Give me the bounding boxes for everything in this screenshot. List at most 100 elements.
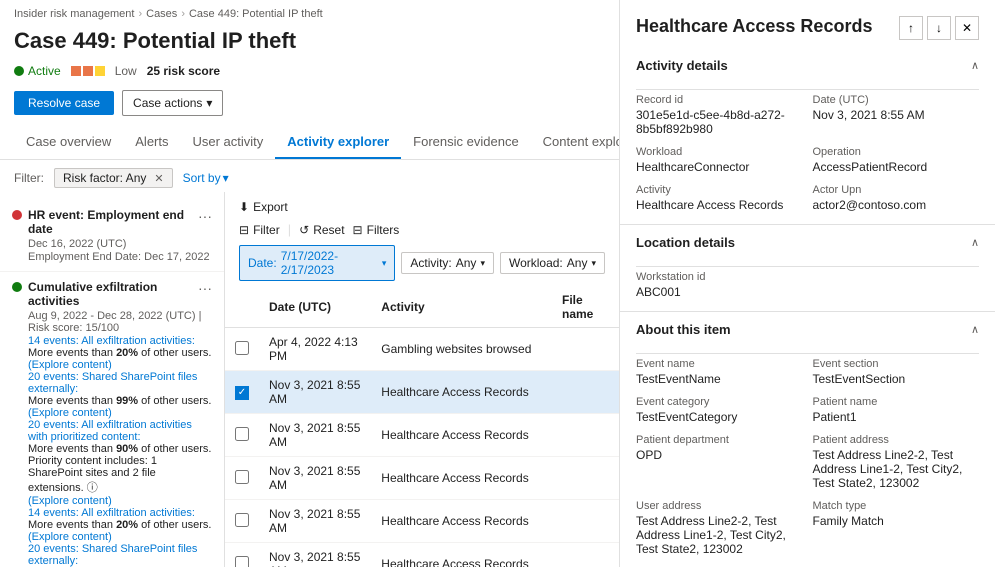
table-cell-activity: Healthcare Access Records — [371, 414, 552, 457]
tab-content-explorer[interactable]: Content explorer — [531, 126, 620, 159]
table-cell-date: Nov 3, 2021 8:55 AM — [259, 500, 371, 543]
tab-case-overview[interactable]: Case overview — [14, 126, 123, 159]
table-cell-activity: Gambling websites browsed — [371, 328, 552, 371]
detail-item-2-7: Match typeFamily Match — [813, 500, 980, 556]
detail-value-2-2: TestEventCategory — [636, 410, 803, 424]
date-pill[interactable]: Date: 7/17/2022-2/17/2023 ▾ — [239, 245, 395, 281]
filter-sep: | — [288, 222, 291, 237]
filter-button[interactable]: ⊟ Filter — [239, 223, 280, 237]
section-header-2[interactable]: About this item∧ — [620, 312, 995, 345]
timeline-title-0: HR event: Employment end date — [28, 208, 192, 236]
filters-button[interactable]: ⊟ Filters — [353, 223, 400, 237]
tab-alerts[interactable]: Alerts — [123, 126, 180, 159]
timeline-link-8[interactable]: 20 events: Shared SharePoint files exter… — [28, 543, 212, 567]
timeline-link-5[interactable]: (Explore content) — [28, 495, 212, 507]
detail-item-2-0: Event nameTestEventName — [636, 358, 803, 386]
breadcrumb: Insider risk management › Cases › Case 4… — [0, 0, 619, 24]
col-filename: File name — [552, 287, 619, 328]
filters-icon: ⊟ — [353, 223, 363, 237]
detail-label-0-2: Workload — [636, 146, 803, 158]
resolve-case-button[interactable]: Resolve case — [14, 91, 114, 115]
right-panel: Healthcare Access Records ↑ ↓ ✕ Activity… — [620, 0, 995, 567]
sort-by-button[interactable]: Sort by ▾ — [183, 171, 229, 185]
col-checkbox — [225, 287, 259, 328]
checkbox[interactable] — [235, 341, 249, 355]
timeline-link-2[interactable]: 20 events: Shared SharePoint files exter… — [28, 371, 212, 395]
table-row[interactable]: Nov 3, 2021 8:55 AMHealthcare Access Rec… — [225, 543, 619, 567]
filter-label: Filter: — [14, 171, 44, 185]
detail-item-0-0: Record id301e5e1d-c5ee-4b8d-a272-8b5bf89… — [636, 94, 803, 136]
detail-label-2-2: Event category — [636, 396, 803, 408]
risk-squares — [71, 66, 105, 76]
workload-pill[interactable]: Workload: Any ▾ — [500, 252, 605, 274]
timeline-link-1[interactable]: (Explore content) — [28, 359, 212, 371]
status-dot — [14, 66, 24, 76]
detail-item-1-0: Workstation idABC001 — [636, 271, 979, 299]
tab-user-activity[interactable]: User activity — [181, 126, 276, 159]
detail-value-1-0: ABC001 — [636, 285, 979, 299]
timeline-text-0: More events than 20% of other users. — [28, 347, 212, 359]
checkbox[interactable] — [235, 513, 249, 527]
case-actions-label: Case actions — [133, 96, 202, 110]
tab-bar: Case overview Alerts User activity Activ… — [0, 126, 619, 160]
nav-down-button[interactable]: ↓ — [927, 16, 951, 40]
checkbox[interactable] — [235, 556, 249, 567]
detail-label-0-0: Record id — [636, 94, 803, 106]
checkbox[interactable] — [235, 427, 249, 441]
timeline-desc-0: Employment End Date: Dec 17, 2022 — [28, 251, 212, 263]
timeline-link-7[interactable]: (Explore content) — [28, 531, 212, 543]
breadcrumb-item-1[interactable]: Insider risk management — [14, 8, 134, 20]
reset-label: Reset — [313, 223, 344, 237]
detail-item-2-4: Patient departmentOPD — [636, 434, 803, 490]
detail-grid-1: Workstation idABC001 — [636, 271, 979, 299]
reset-button[interactable]: ↺ Reset — [299, 223, 344, 237]
filter-remove-icon[interactable]: ✕ — [154, 172, 163, 185]
activity-table-wrap: Date (UTC) Activity File name Apr 4, 202… — [225, 287, 619, 567]
timeline-text-3: Priority content includes: 1 SharePoint … — [28, 455, 212, 495]
table-cell-activity: Healthcare Access Records — [371, 543, 552, 567]
detail-value-0-4: Healthcare Access Records — [636, 198, 803, 212]
table-cell-filename — [552, 371, 619, 414]
table-row[interactable]: Nov 3, 2021 8:55 AMHealthcare Access Rec… — [225, 414, 619, 457]
main-content: ⬇ Export ⊟ Filter | ↺ Reset ⊟ Filters — [225, 192, 619, 567]
case-actions-button[interactable]: Case actions ▾ — [122, 90, 223, 116]
table-cell-filename — [552, 328, 619, 371]
tab-forensic-evidence[interactable]: Forensic evidence — [401, 126, 531, 159]
table-cell-date: Nov 3, 2021 8:55 AM — [259, 414, 371, 457]
export-button[interactable]: ⬇ Export — [239, 200, 288, 214]
detail-label-2-0: Event name — [636, 358, 803, 370]
table-row[interactable]: Apr 4, 2022 4:13 PMGambling websites bro… — [225, 328, 619, 371]
filter-pills: Date: 7/17/2022-2/17/2023 ▾ Activity: An… — [225, 241, 619, 287]
timeline-item-1: Cumulative exfiltration activities ··· A… — [0, 272, 224, 567]
table-row[interactable]: Nov 3, 2021 8:55 AMHealthcare Access Rec… — [225, 371, 619, 414]
detail-value-2-7: Family Match — [813, 514, 980, 528]
workload-pill-label: Workload: — [509, 256, 563, 270]
risk-level-label: Low — [115, 64, 137, 78]
section-chevron-2: ∧ — [971, 323, 979, 336]
table-row[interactable]: Nov 3, 2021 8:55 AMHealthcare Access Rec… — [225, 457, 619, 500]
section-header-1[interactable]: Location details∧ — [620, 225, 995, 258]
timeline-menu-0[interactable]: ··· — [198, 208, 212, 224]
filter-funnel-icon: ⊟ — [239, 223, 249, 237]
breadcrumb-item-2[interactable]: Cases — [146, 8, 177, 20]
nav-up-button[interactable]: ↑ — [899, 16, 923, 40]
detail-value-0-2: HealthcareConnector — [636, 160, 803, 174]
timeline-link-6[interactable]: 14 events: All exfiltration activities: — [28, 507, 212, 519]
activity-pill[interactable]: Activity: Any ▾ — [401, 252, 494, 274]
nav-close-button[interactable]: ✕ — [955, 16, 979, 40]
table-cell-activity: Healthcare Access Records — [371, 500, 552, 543]
filter-tag[interactable]: Risk factor: Any ✕ — [54, 168, 173, 188]
checkbox[interactable] — [235, 470, 249, 484]
activity-pill-value: Any — [456, 256, 477, 270]
timeline-link-3[interactable]: (Explore content) — [28, 407, 212, 419]
section-chevron-0: ∧ — [971, 59, 979, 72]
timeline-menu-1[interactable]: ··· — [198, 280, 212, 296]
timeline-link-4[interactable]: 20 events: All exfiltration activities w… — [28, 419, 212, 443]
section-title-1: Location details — [636, 235, 735, 250]
timeline-link-0[interactable]: 14 events: All exfiltration activities: — [28, 335, 212, 347]
tab-activity-explorer[interactable]: Activity explorer — [275, 126, 401, 159]
section-1: Location details∧ Workstation idABC001 — [620, 225, 995, 312]
checkbox-checked[interactable] — [235, 386, 249, 400]
table-row[interactable]: Nov 3, 2021 8:55 AMHealthcare Access Rec… — [225, 500, 619, 543]
section-header-0[interactable]: Activity details∧ — [620, 48, 995, 81]
